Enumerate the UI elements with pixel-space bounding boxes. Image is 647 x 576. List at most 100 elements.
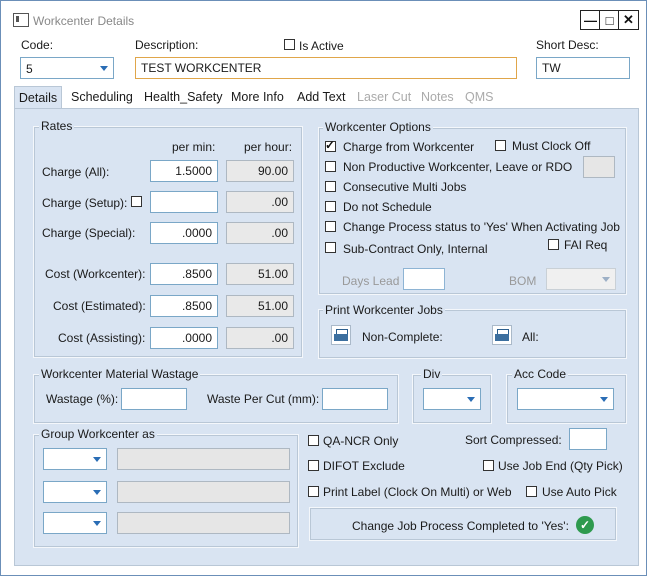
- charge-from-workcenter-checkbox[interactable]: [325, 138, 336, 152]
- group-workcenter-combo-2[interactable]: [43, 481, 107, 503]
- group-workcenter-desc-1: [117, 448, 290, 470]
- consecutive-multi-jobs-checkbox[interactable]: [325, 181, 336, 192]
- fai-req-label: FAI Req: [564, 238, 608, 252]
- chevron-down-icon: [93, 457, 101, 462]
- bom-combo[interactable]: [546, 268, 616, 290]
- all-label: All:: [522, 330, 539, 344]
- group-workcenter-desc-2: [117, 481, 290, 503]
- waste-per-cut-label: Waste Per Cut (mm):: [207, 392, 320, 406]
- charge-setup-per-hour: .00: [226, 191, 294, 213]
- charge-all-per-hour: 90.00: [226, 160, 294, 182]
- do-not-schedule-checkbox[interactable]: [325, 201, 336, 212]
- use-auto-pick-checkbox[interactable]: [526, 486, 537, 497]
- rate-label-charge-setup: Charge (Setup):: [42, 196, 128, 210]
- group-workcenter-title: Group Workcenter as: [39, 427, 157, 441]
- do-not-schedule-label: Do not Schedule: [343, 200, 432, 214]
- must-clock-off-checkbox[interactable]: [495, 140, 506, 151]
- check-circle-icon[interactable]: ✓: [576, 516, 594, 534]
- charge-all-per-min[interactable]: 1.5000: [150, 160, 218, 182]
- description-input[interactable]: TEST WORKCENTER: [135, 57, 517, 79]
- acc-code-title: Acc Code: [512, 367, 569, 381]
- per-min-header: per min:: [172, 140, 216, 154]
- print-jobs-title: Print Workcenter Jobs: [323, 303, 445, 317]
- print-non-complete-button[interactable]: [331, 325, 351, 345]
- description-label: Description:: [135, 38, 199, 52]
- non-productive-color-box: [583, 156, 615, 178]
- tab-laser-cut: Laser Cut: [357, 90, 412, 104]
- minimize-button[interactable]: —: [580, 10, 601, 30]
- charge-special-per-hour: .00: [226, 222, 294, 244]
- div-combo[interactable]: [423, 388, 481, 410]
- group-workcenter-combo-3[interactable]: [43, 512, 107, 534]
- difot-exclude-checkbox[interactable]: [308, 460, 319, 471]
- chevron-down-icon: [467, 397, 475, 402]
- sort-compressed-input[interactable]: [569, 428, 607, 450]
- maximize-button[interactable]: □: [599, 10, 620, 30]
- rate-label-cost-estimated: Cost (Estimated):: [53, 299, 146, 313]
- print-label-label: Print Label (Clock On Multi) or Web: [323, 485, 512, 499]
- use-auto-pick-label: Use Auto Pick: [542, 485, 617, 499]
- tab-more-info[interactable]: More Info: [231, 90, 284, 104]
- non-productive-checkbox[interactable]: [325, 161, 336, 172]
- qa-ncr-only-checkbox[interactable]: [308, 435, 319, 446]
- fai-req-checkbox[interactable]: [548, 239, 559, 250]
- non-complete-label: Non-Complete:: [362, 330, 443, 344]
- cost-workcenter-per-hour: 51.00: [226, 263, 294, 285]
- wastage-label: Wastage (%):: [46, 392, 119, 406]
- div-title: Div: [421, 367, 443, 381]
- sub-contract-checkbox[interactable]: [325, 242, 336, 253]
- tab-health-safety[interactable]: Health_Safety: [144, 90, 223, 104]
- sub-contract-label: Sub-Contract Only, Internal: [343, 242, 488, 256]
- material-wastage-title: Workcenter Material Wastage: [39, 367, 201, 381]
- workcenter-options-title: Workcenter Options: [323, 120, 433, 134]
- rate-label-charge-all: Charge (All):: [42, 165, 110, 179]
- print-label-checkbox[interactable]: [308, 486, 319, 497]
- group-workcenter-combo-1[interactable]: [43, 448, 107, 470]
- short-desc-input[interactable]: TW: [536, 57, 630, 79]
- is-active-checkbox[interactable]: [284, 39, 295, 50]
- close-button[interactable]: ✕: [618, 10, 639, 30]
- per-hour-header: per hour:: [244, 140, 293, 154]
- use-job-end-label: Use Job End (Qty Pick): [498, 459, 623, 473]
- print-all-button[interactable]: [492, 325, 512, 345]
- chevron-down-icon: [93, 521, 101, 526]
- charge-setup-checkbox[interactable]: [131, 196, 142, 207]
- waste-per-cut-input[interactable]: [322, 388, 388, 410]
- difot-exclude-label: DIFOT Exclude: [323, 459, 405, 473]
- cost-estimated-per-hour: 51.00: [226, 295, 294, 317]
- rate-label-cost-workcenter: Cost (Workcenter):: [45, 267, 146, 281]
- charge-setup-per-min[interactable]: [150, 191, 218, 213]
- short-desc-label: Short Desc:: [536, 38, 599, 52]
- rate-label-cost-assisting: Cost (Assisting):: [58, 331, 146, 345]
- change-job-process-label: Change Job Process Completed to 'Yes':: [352, 519, 569, 533]
- tab-add-text[interactable]: Add Text: [297, 90, 345, 104]
- tab-scheduling[interactable]: Scheduling: [71, 90, 133, 104]
- tab-details[interactable]: Details: [14, 86, 62, 108]
- wastage-input[interactable]: [121, 388, 187, 410]
- bom-label: BOM: [509, 274, 537, 288]
- code-combo[interactable]: 5: [20, 57, 114, 79]
- rate-label-charge-special: Charge (Special):: [42, 226, 136, 240]
- cost-estimated-per-min[interactable]: .8500: [150, 295, 218, 317]
- cost-workcenter-per-min[interactable]: .8500: [150, 263, 218, 285]
- code-value: 5: [26, 62, 33, 76]
- consecutive-multi-jobs-label: Consecutive Multi Jobs: [343, 180, 467, 194]
- sort-compressed-label: Sort Compressed:: [465, 433, 562, 447]
- is-active-label: Is Active: [299, 39, 344, 53]
- change-process-status-checkbox[interactable]: [325, 221, 336, 232]
- chevron-down-icon: [100, 66, 108, 71]
- days-lead-input[interactable]: [403, 268, 445, 290]
- cost-assisting-per-hour: .00: [226, 327, 294, 349]
- qa-ncr-only-label: QA-NCR Only: [323, 434, 399, 448]
- change-process-status-label: Change Process status to 'Yes' When Acti…: [343, 220, 620, 234]
- non-productive-label: Non Productive Workcenter, Leave or RDO: [343, 160, 573, 174]
- cost-assisting-per-min[interactable]: .0000: [150, 327, 218, 349]
- acc-code-combo[interactable]: [517, 388, 614, 410]
- use-job-end-checkbox[interactable]: [483, 460, 494, 471]
- chevron-down-icon: [600, 397, 608, 402]
- tab-qms: QMS: [465, 90, 494, 104]
- must-clock-off-label: Must Clock Off: [512, 139, 591, 153]
- charge-special-per-min[interactable]: .0000: [150, 222, 218, 244]
- rates-title: Rates: [39, 119, 75, 133]
- chevron-down-icon: [602, 277, 610, 282]
